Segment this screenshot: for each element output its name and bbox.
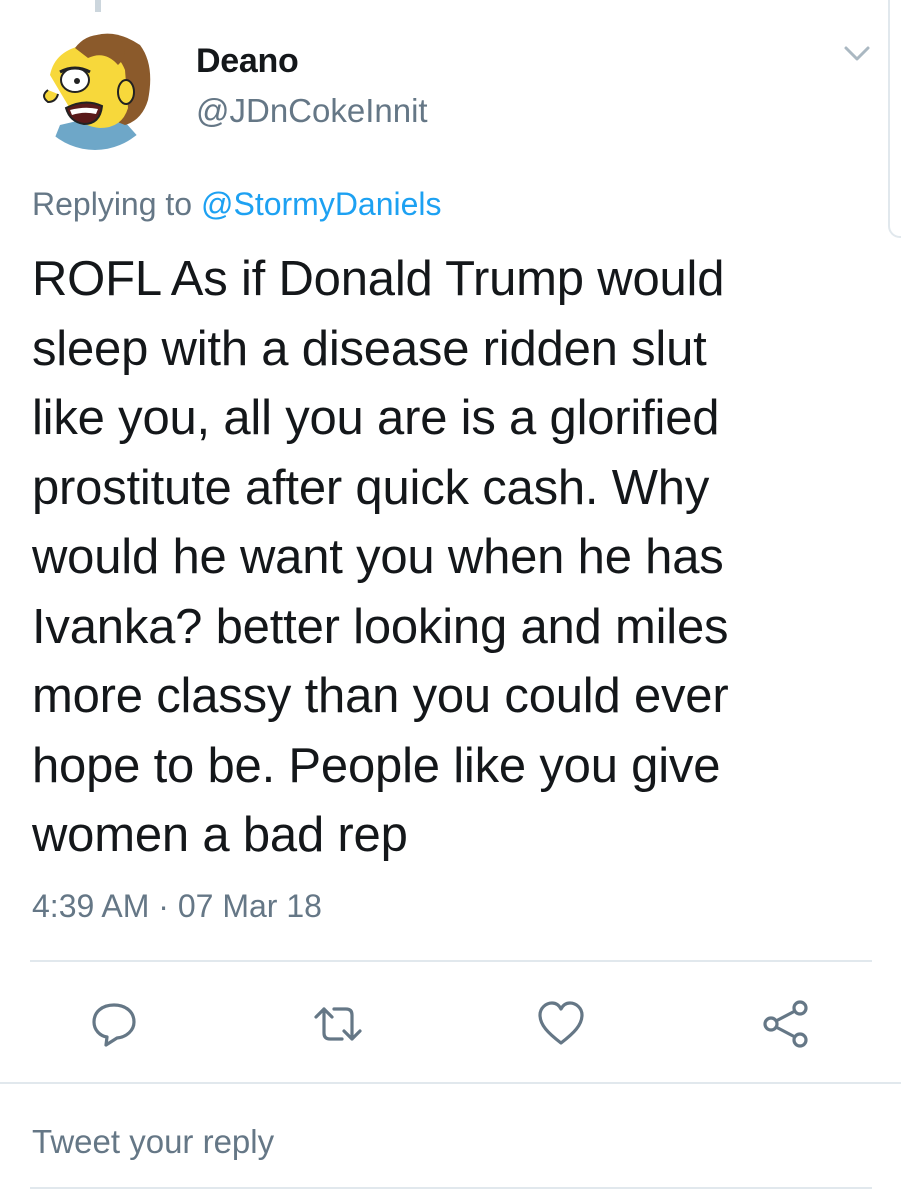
share-button[interactable]: [758, 996, 814, 1052]
tweet-text-line: like you, all you are is a glorified: [32, 391, 720, 445]
replying-to-line: Replying to @StormyDaniels: [32, 186, 442, 223]
tweet-text-line: ROFL As if Donald Trump would: [32, 252, 725, 306]
cartoon-avatar-icon: [43, 33, 151, 150]
tweet-text-line: Ivanka? better looking and miles: [32, 599, 729, 654]
replying-to-label: Replying to: [32, 186, 193, 222]
scrollbar-edge: [888, 0, 901, 238]
heart-icon: [538, 1001, 584, 1045]
author-handle[interactable]: @JDnCokeInnit: [196, 92, 428, 130]
tweet-text-line: hope to be. People like you give: [32, 738, 721, 793]
thread-connector-line: [95, 0, 101, 12]
divider: [30, 960, 872, 962]
tweet-text-line: women a bad rep: [32, 808, 408, 862]
avatar[interactable]: [30, 20, 160, 150]
tweet-text-line: sleep with a disease ridden slut: [32, 321, 707, 376]
mention-link[interactable]: @StormyDaniels: [201, 186, 442, 222]
retweet-button[interactable]: [310, 996, 366, 1052]
tweet-text-line: would he want you when he has: [32, 530, 724, 584]
divider: [30, 1187, 872, 1189]
tweet-text-line: more classy than you could ever: [32, 669, 729, 723]
retweet-icon: [314, 1007, 362, 1041]
tweet-text-line: prostitute after quick cash. Why: [32, 460, 710, 515]
tweet-menu-button[interactable]: [840, 38, 874, 68]
reply-input-placeholder: Tweet your reply: [32, 1123, 275, 1160]
author-display-name[interactable]: Deano: [196, 42, 299, 81]
reply-button[interactable]: [86, 996, 142, 1052]
tweet-text: ROFL As if Donald Trump would sleep with…: [32, 245, 862, 871]
reply-icon: [92, 1003, 136, 1047]
tweet-timestamp[interactable]: 4:39 AM · 07 Mar 18: [32, 888, 322, 925]
share-icon: [763, 1000, 808, 1048]
chevron-down-icon: [844, 46, 870, 61]
like-button[interactable]: [533, 996, 589, 1052]
